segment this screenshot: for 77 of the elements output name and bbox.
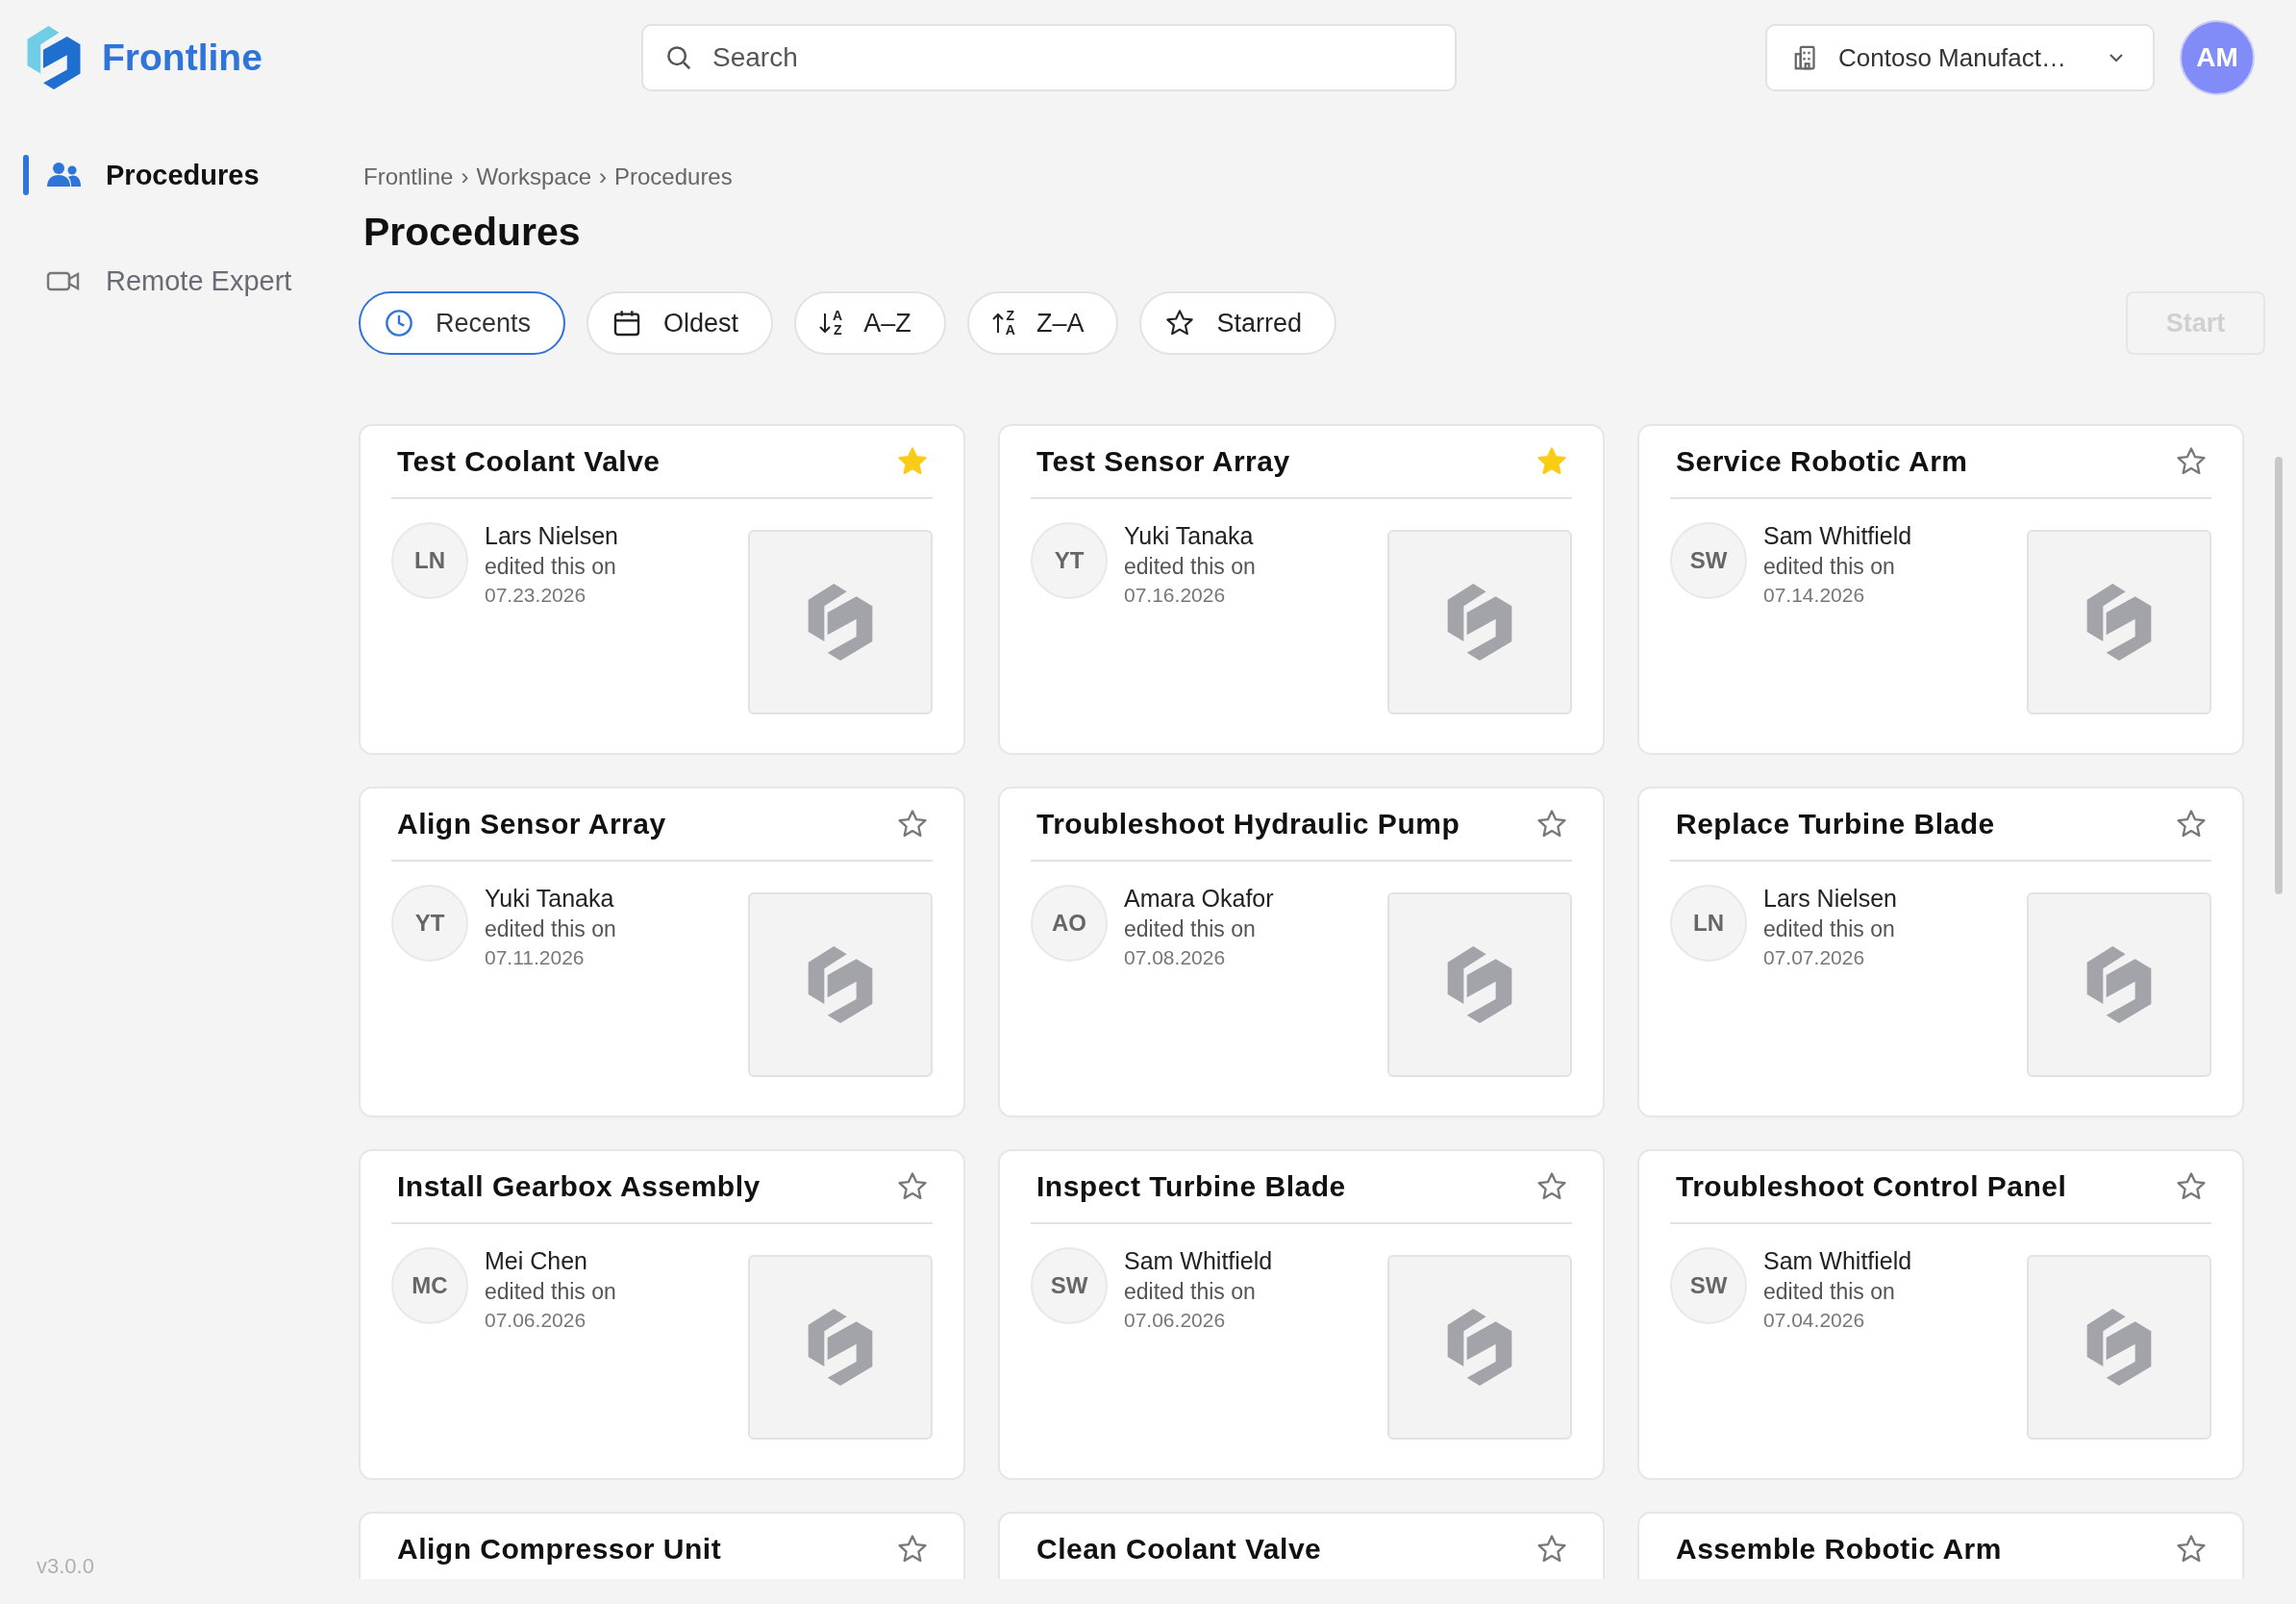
page-title: Procedures (363, 210, 582, 255)
procedure-title: Assemble Robotic Arm (1676, 1533, 2003, 1566)
sort-option[interactable]: Recents (359, 291, 566, 355)
procedure-card[interactable]: Inspect Turbine Blade SW Sam Whitfield edited this on 07.06.2026 (998, 1149, 1605, 1480)
author-avatar: SW (1670, 522, 1747, 599)
breadcrumb-link[interactable]: Procedures (614, 163, 733, 190)
author-avatar: YT (391, 885, 468, 962)
procedure-title: Install Gearbox Assembly (397, 1170, 761, 1203)
author-name: Yuki Tanaka (485, 885, 615, 913)
app-name: Frontline (102, 37, 262, 79)
procedure-title: Troubleshoot Hydraulic Pump (1036, 808, 1461, 840)
edit-label: edited this on (485, 916, 616, 942)
edit-label: edited this on (1763, 1279, 1896, 1305)
procedure-card[interactable]: Troubleshoot Hydraulic Pump AO Amara Okafor edited this on 07.08.2026 (998, 787, 1605, 1117)
author-avatar: SW (1031, 1247, 1108, 1324)
author-name: Sam Whitfield (1763, 1247, 1912, 1275)
sort-option[interactable]: Oldest (586, 291, 774, 355)
author-avatar: SW (1670, 1247, 1747, 1324)
edit-date: 07.08.2026 (1124, 946, 1227, 969)
procedure-title: Inspect Turbine Blade (1036, 1170, 1347, 1203)
author-avatar: LN (391, 522, 468, 599)
author-name: Sam Whitfield (1124, 1247, 1273, 1275)
author-avatar: AO (1031, 885, 1108, 962)
edit-date: 07.06.2026 (485, 1309, 587, 1332)
sort-option[interactable]: Z A Z–A (966, 291, 1119, 355)
author-name: Amara Okafor (1124, 885, 1274, 913)
procedure-title: Clean Coolant Valve (1036, 1533, 1323, 1566)
procedure-title: Test Coolant Valve (397, 445, 661, 478)
procedure-card[interactable]: Install Gearbox Assembly MC Mei Chen edited this on 07.06.2026 (359, 1149, 965, 1480)
edit-date: 07.04.2026 (1763, 1309, 1866, 1332)
edit-label: edited this on (1124, 916, 1257, 942)
procedure-card[interactable]: Service Robotic Arm SW Sam Whitfield edited this on 07.14.2026 (1637, 424, 2244, 755)
procedure-title: Align Compressor Unit (397, 1533, 723, 1566)
edit-label: edited this on (485, 1279, 616, 1305)
search-field[interactable]: Search (641, 24, 1457, 91)
procedure-card[interactable]: Clean Coolant Valve (998, 1512, 1605, 1579)
edit-label: edited this on (1124, 554, 1256, 580)
author-avatar: LN (1670, 885, 1747, 962)
edit-date: 07.06.2026 (1124, 1309, 1227, 1332)
procedure-card[interactable]: Test Sensor Array YT Yuki Tanaka edited this on 07.16.2026 (998, 424, 1605, 755)
procedure-title: Replace Turbine Blade (1676, 808, 1996, 840)
author-avatar: MC (391, 1247, 468, 1324)
version-label: v3.0.0 (37, 1554, 95, 1579)
edit-date: 07.23.2026 (485, 584, 587, 607)
edit-label: edited this on (485, 554, 617, 580)
edit-date: 07.07.2026 (1763, 946, 1866, 969)
procedure-card[interactable]: Test Coolant Valve LN Lars Nielsen edited this on 07.23.2026 (359, 424, 965, 755)
procedure-title: Service Robotic Arm (1676, 445, 1969, 478)
procedure-card[interactable]: Align Sensor Array YT Yuki Tanaka edited this on 07.11.2026 (359, 787, 965, 1117)
breadcrumb-separator: › (461, 163, 469, 190)
sidebar-item[interactable]: Remote Expert (46, 264, 292, 297)
edit-label: edited this on (1124, 1279, 1257, 1305)
edit-date: 07.14.2026 (1763, 584, 1866, 607)
breadcrumb-link[interactable]: Frontline (363, 163, 454, 190)
author-name: Mei Chen (485, 1247, 588, 1275)
edit-date: 07.11.2026 (485, 946, 586, 969)
author-name: Lars Nielsen (485, 522, 618, 550)
sort-option[interactable]: A Z A–Z (794, 291, 946, 355)
edit-date: 07.16.2026 (1124, 584, 1227, 607)
sort-option[interactable]: Starred (1139, 291, 1336, 355)
procedure-card[interactable]: Replace Turbine Blade LN Lars Nielsen edited this on 07.07.2026 (1637, 787, 2244, 1117)
author-avatar: YT (1031, 522, 1108, 599)
procedure-card[interactable]: Assemble Robotic Arm (1637, 1512, 2244, 1579)
edit-label: edited this on (1763, 554, 1896, 580)
procedure-card[interactable]: Troubleshoot Control Panel SW Sam Whitfield edited this on 07.04.2026 (1637, 1149, 2244, 1480)
organization-dropdown[interactable]: Contoso Manufact… (1765, 24, 2155, 91)
author-name: Lars Nielsen (1763, 885, 1897, 913)
author-name: Sam Whitfield (1763, 522, 1912, 550)
procedure-title: Test Sensor Array (1036, 445, 1291, 478)
sidebar-item[interactable]: Procedures (46, 159, 260, 191)
procedure-card[interactable]: Align Compressor Unit (359, 1512, 965, 1579)
procedure-title: Align Sensor Array (397, 808, 667, 840)
procedure-title: Troubleshoot Control Panel (1676, 1170, 2068, 1203)
edit-label: edited this on (1763, 916, 1896, 942)
author-name: Yuki Tanaka (1124, 522, 1255, 550)
breadcrumb-link[interactable]: Workspace (476, 163, 591, 190)
breadcrumb-separator: › (599, 163, 607, 190)
